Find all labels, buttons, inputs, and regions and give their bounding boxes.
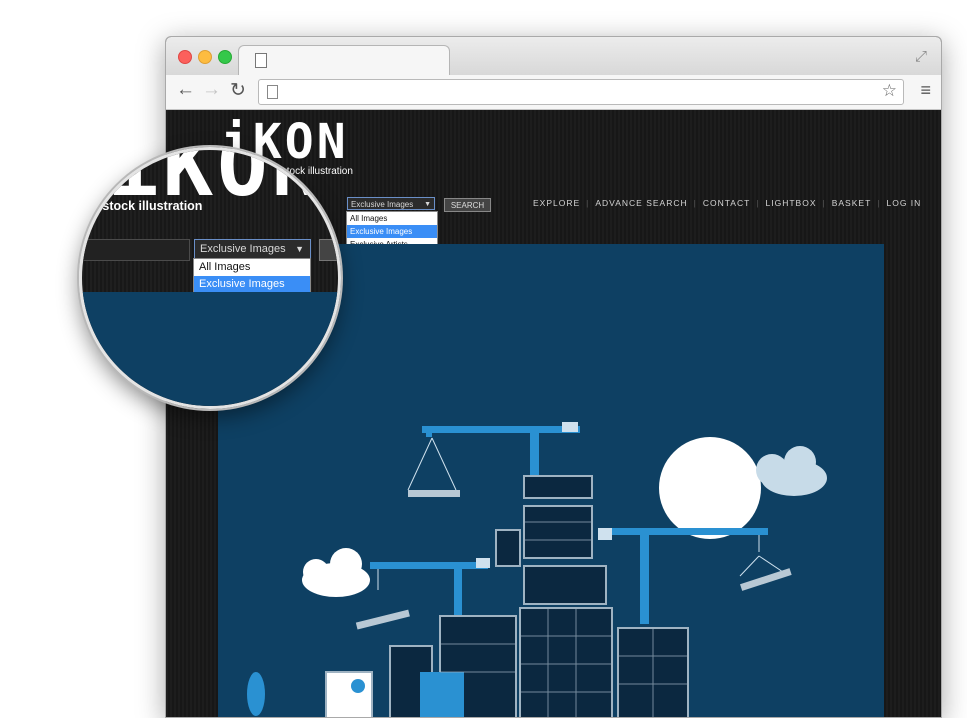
crane-left	[370, 558, 490, 624]
tree-shape	[247, 672, 265, 716]
crane-load	[408, 490, 460, 497]
search-button[interactable]: SEARCH	[444, 198, 491, 212]
dropdown-option: All Images	[199, 261, 251, 273]
crane-load	[740, 568, 792, 591]
cloud-right	[756, 446, 827, 496]
menu-icon[interactable]: ≡	[920, 80, 931, 101]
dropdown-option[interactable]: Exclusive Images	[347, 225, 437, 238]
reload-icon[interactable]: ↻	[230, 79, 246, 102]
crane-right	[598, 528, 768, 624]
dropdown-option[interactable]: All Images	[347, 212, 437, 225]
forward-arrow-icon[interactable]: →	[202, 79, 221, 101]
crane-top	[422, 422, 580, 482]
search-category-select[interactable]: Exclusive Images ▼	[347, 197, 435, 210]
billboard	[325, 671, 373, 717]
nav-basket[interactable]: BASKET	[826, 198, 878, 208]
page-icon	[255, 53, 267, 68]
nav-lightbox[interactable]: LIGHTBOX	[760, 198, 823, 208]
browser-tab[interactable]	[238, 45, 450, 76]
sun-shape	[659, 437, 761, 539]
main-nav: EXPLORE | ADVANCE SEARCH | CONTACT | LIG…	[527, 198, 927, 208]
magnified-tagline: s stock illustration	[92, 199, 203, 213]
select-value: Exclusive Images	[351, 200, 414, 209]
star-icon[interactable]: ☆	[882, 81, 897, 101]
fullscreen-icon[interactable]: ⤢	[915, 48, 927, 65]
nav-explore[interactable]: EXPLORE	[527, 198, 586, 208]
magnified-search-input	[82, 239, 190, 261]
nav-advance-search[interactable]: ADVANCE SEARCH	[589, 198, 693, 208]
tower-center	[519, 475, 613, 717]
magnified-hero	[82, 292, 338, 406]
chevron-down-icon: ▼	[424, 201, 431, 208]
close-window-button[interactable]	[178, 50, 192, 64]
page-icon	[267, 85, 278, 99]
minimize-window-button[interactable]	[198, 50, 212, 64]
select-value: Exclusive Images	[200, 243, 286, 255]
address-bar[interactable]: ☆	[258, 79, 904, 105]
title-bar: ⤢	[166, 37, 941, 76]
browser-toolbar: ← → ↻ ☆ ≡	[166, 75, 941, 110]
magnifier-callout: iKON s stock illustration Exclusive Imag…	[79, 147, 341, 409]
chevron-down-icon: ▼	[295, 244, 304, 254]
crane-load	[355, 609, 410, 630]
building-blue	[420, 672, 464, 717]
cloud-left	[302, 548, 370, 597]
nav-log-in[interactable]: LOG IN	[880, 198, 927, 208]
billboard-dot	[351, 679, 365, 693]
magnified-search-button	[319, 239, 338, 261]
magnified-category-select: Exclusive Images ▼	[194, 239, 311, 259]
nav-contact[interactable]: CONTACT	[697, 198, 756, 208]
building-small	[495, 529, 521, 567]
back-arrow-icon[interactable]: ←	[176, 79, 195, 101]
dropdown-option: Exclusive Images	[194, 276, 310, 293]
zoom-window-button[interactable]	[218, 50, 232, 64]
